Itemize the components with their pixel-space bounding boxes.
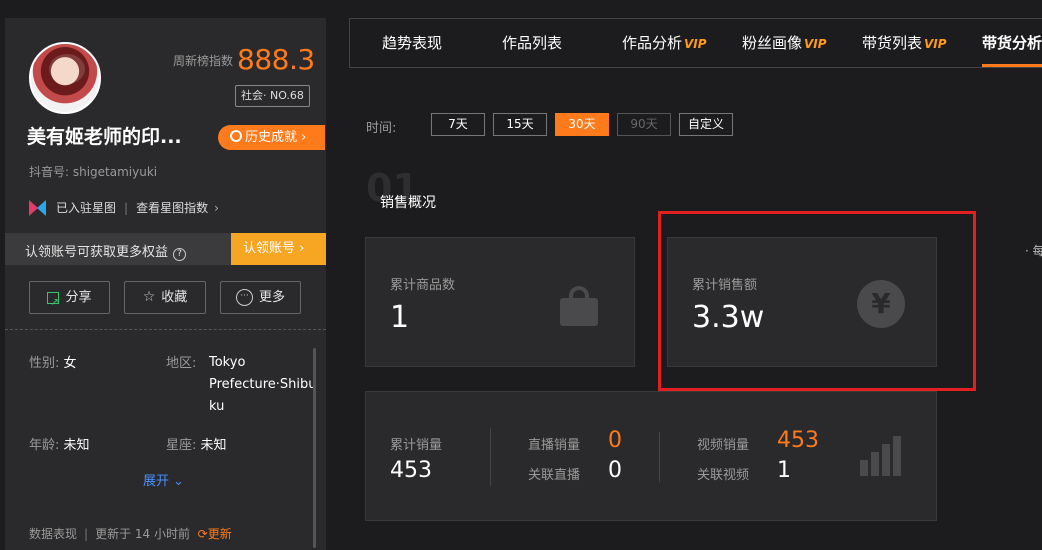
favorite-button[interactable]: ☆ 收藏 — [124, 281, 206, 314]
divider — [490, 428, 491, 486]
region-key: 地区: — [166, 356, 197, 371]
account-name: 美有姬老师的印... — [27, 126, 182, 148]
active-tab-indicator — [982, 64, 1042, 67]
live-sales-label: 直播销量 — [528, 438, 581, 453]
vip-badge: VIP — [924, 37, 947, 51]
time-custom-button[interactable]: 自定义 — [679, 113, 733, 136]
chevron-down-icon: ⌄ — [173, 474, 185, 489]
tab-works-list[interactable]: 作品列表 — [502, 19, 562, 67]
more-button[interactable]: ··· 更多 — [220, 281, 301, 314]
linked-video-label: 关联视频 — [697, 468, 750, 483]
section-title: 销售概况 — [380, 195, 436, 211]
scrollbar[interactable] — [313, 348, 316, 548]
goods-count-value: 1 — [390, 300, 410, 335]
linked-video-value: 1 — [777, 458, 791, 483]
tab-goods-analysis[interactable]: 带货分析 — [982, 19, 1042, 67]
claim-account-bar: 认领账号可获取更多权益? 认领账号 › — [5, 233, 326, 265]
claim-account-button[interactable]: 认领账号 › — [231, 233, 326, 265]
history-achievement-button[interactable]: 历史成就 › — [218, 125, 325, 150]
refresh-icon: ⟳ — [197, 527, 208, 541]
chevron-right-icon: › — [214, 200, 219, 215]
weekly-index-label: 周新榜指数 — [173, 54, 234, 68]
star-joined-text: 已入驻星图 — [56, 201, 117, 215]
goods-count-card: 累计商品数 1 — [365, 237, 635, 367]
tab-goods-list[interactable]: 带货列表 VIP — [862, 19, 947, 67]
time-label: 时间: — [366, 121, 397, 136]
share-button[interactable]: 分享 — [29, 281, 110, 318]
claim-hint: 认领账号可获取更多权益? — [25, 241, 187, 261]
tab-works-analysis[interactable]: 作品分析 VIP — [622, 19, 707, 67]
data-update-note: 数据表现 | 更新于 14 小时前 ⟳更新 — [29, 527, 232, 541]
weekly-index-score: 888.3 — [237, 43, 315, 76]
divider — [659, 432, 660, 482]
time-30d-button[interactable]: 30天 — [555, 113, 609, 136]
tab-bar: 趋势表现 作品列表 作品分析 VIP 粉丝画像 VIP 带货列表 VIP 带货分析 — [349, 18, 1042, 68]
refresh-button[interactable]: ⟳更新 — [194, 527, 232, 541]
zodiac-info: 星座: 未知 — [166, 438, 227, 453]
total-sales-label: 累计销量 — [390, 438, 443, 453]
star-icon: ☆ — [142, 289, 156, 305]
video-sales-label: 视频销量 — [697, 438, 750, 453]
truncated-note: · 每 — [1025, 244, 1042, 258]
age-info: 年龄: 未知 — [29, 438, 90, 453]
star-map-row: 已入驻星图 | 查看星图指数 › — [29, 199, 219, 216]
medal-icon — [230, 130, 242, 142]
tab-fan-profile[interactable]: 粉丝画像 VIP — [742, 19, 827, 67]
goods-count-label: 累计商品数 — [390, 278, 456, 293]
avatar[interactable] — [29, 42, 101, 114]
star-index-link[interactable]: 查看星图指数 — [136, 199, 208, 216]
time-90d-button[interactable]: 90天 — [617, 113, 671, 136]
douyin-id: 抖音号: shigetamiyuki — [29, 165, 158, 179]
linked-live-label: 关联直播 — [528, 468, 581, 483]
vip-badge: VIP — [804, 37, 827, 51]
divider — [5, 329, 326, 330]
help-icon[interactable]: ? — [173, 248, 187, 261]
sales-volume-card: 累计销量 453 直播销量 0 关联直播 0 视频销量 453 关联视频 1 — [365, 391, 937, 521]
bar-chart-icon — [860, 432, 901, 476]
linked-live-value: 0 — [608, 458, 622, 483]
star-map-logo-icon — [29, 199, 47, 216]
share-icon — [47, 287, 60, 318]
expand-button[interactable]: 展开 ⌄ — [143, 470, 184, 489]
region-value: Tokyo Prefecture·Shibu ku — [209, 355, 317, 414]
more-icon: ··· — [235, 289, 253, 306]
live-sales-value: 0 — [608, 428, 622, 453]
video-sales-value: 453 — [777, 428, 819, 453]
rank-badge[interactable]: 社会· NO.68 — [235, 85, 310, 107]
highlight-box — [658, 211, 976, 391]
shopping-bag-icon — [560, 286, 598, 326]
gender-info: 性别: 女 — [29, 356, 77, 371]
profile-sidebar: 周新榜指数 888.3 社会· NO.68 美有姬老师的印... 历史成就 › … — [5, 18, 326, 550]
tab-trend[interactable]: 趋势表现 — [382, 19, 442, 67]
time-7d-button[interactable]: 7天 — [431, 113, 485, 136]
vip-badge: VIP — [684, 37, 707, 51]
time-15d-button[interactable]: 15天 — [493, 113, 547, 136]
total-sales-value: 453 — [390, 458, 432, 483]
